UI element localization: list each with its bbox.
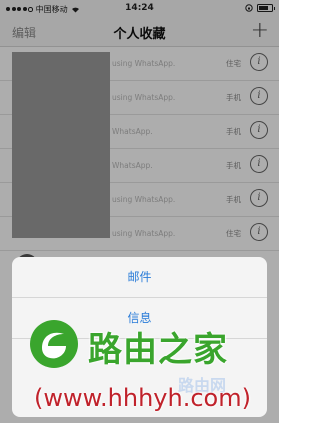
watermark-brand: 路由之家 <box>88 330 228 370</box>
watermark-logo <box>30 320 78 368</box>
mail-option[interactable]: 邮件 <box>12 257 267 297</box>
watermark-url: (www.hhhyh.com) <box>34 384 251 412</box>
